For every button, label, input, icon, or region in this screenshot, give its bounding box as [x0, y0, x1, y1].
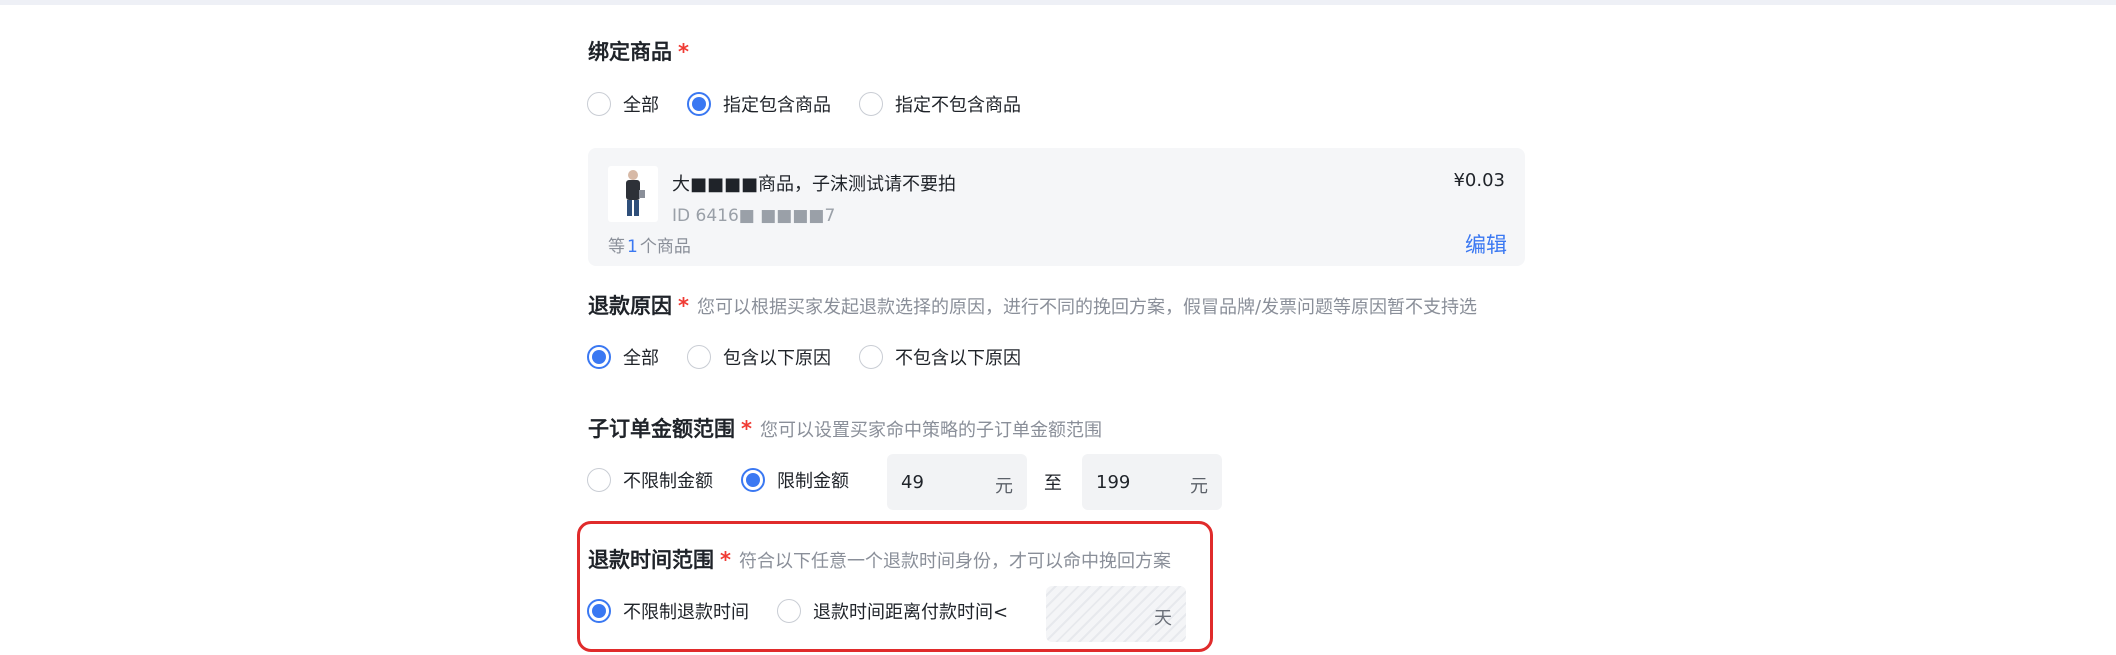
radio-all-reasons[interactable]: 全部	[587, 344, 659, 370]
edit-button[interactable]: 编辑	[1465, 229, 1507, 259]
bind-goods-title: 绑定商品 *	[588, 36, 689, 66]
count-suffix: 个商品	[639, 237, 691, 257]
min-amount-input[interactable]: 49 元	[887, 454, 1027, 510]
top-bar	[0, 0, 2116, 5]
radio-circle[interactable]	[587, 468, 611, 492]
radio-circle[interactable]	[587, 345, 611, 369]
days-unit: 天	[1154, 608, 1172, 629]
required-mark: *	[720, 548, 731, 572]
refund-time-title: 退款时间范围 * 符合以下任意一个退款时间身份，才可以命中挽回方案	[588, 544, 1171, 574]
radio-no-amount-limit[interactable]: 不限制金额	[587, 467, 713, 493]
max-amount-value: 199	[1096, 472, 1131, 493]
currency-unit: 元	[995, 476, 1013, 497]
radio-limit-amount[interactable]: 限制金额	[741, 467, 849, 493]
product-id: ID 6416■ ■■■■7	[672, 206, 836, 226]
bind-goods-options: 全部 指定包含商品 指定不包含商品	[587, 91, 1049, 117]
radio-circle[interactable]	[741, 468, 765, 492]
radio-circle[interactable]	[859, 345, 883, 369]
radio-circle[interactable]	[859, 92, 883, 116]
required-mark: *	[678, 40, 689, 64]
radio-label: 指定不包含商品	[895, 95, 1021, 116]
radio-label: 限制金额	[777, 471, 849, 492]
section-heading: 子订单金额范围	[588, 417, 735, 441]
radio-label: 退款时间距离付款时间<	[813, 602, 1009, 623]
product-name: 大■■■■商品，子沫测试请不要拍	[672, 174, 957, 195]
refund-reason-options: 全部 包含以下原因 不包含以下原因	[587, 344, 1049, 370]
radio-circle[interactable]	[587, 92, 611, 116]
refund-time-options: 不限制退款时间 退款时间距离付款时间<	[587, 598, 1036, 624]
amount-range-options: 不限制金额 限制金额	[587, 467, 877, 493]
radio-circle[interactable]	[687, 345, 711, 369]
radio-include-goods[interactable]: 指定包含商品	[687, 91, 831, 117]
radio-label: 指定包含商品	[723, 95, 831, 116]
amount-range-title: 子订单金额范围 * 您可以设置买家命中策略的子订单金额范围	[588, 413, 1102, 443]
radio-circle[interactable]	[587, 599, 611, 623]
product-price: ¥0.03	[1453, 170, 1505, 191]
product-card: 大■■■■商品，子沫测试请不要拍 ID 6416■ ■■■■7 ¥0.03 等1…	[588, 148, 1525, 266]
currency-unit: 元	[1190, 476, 1208, 497]
section-hint: 符合以下任意一个退款时间身份，才可以命中挽回方案	[738, 551, 1171, 572]
section-heading: 绑定商品	[588, 40, 672, 64]
radio-label: 全部	[623, 95, 659, 116]
days-input-disabled: 天	[1046, 586, 1186, 642]
radio-circle[interactable]	[777, 599, 801, 623]
product-count: 等 1 个商品	[608, 232, 691, 257]
count-number: 1	[627, 237, 638, 257]
radio-time-since-payment[interactable]: 退款时间距离付款时间<	[777, 598, 1008, 624]
min-amount-value: 49	[901, 472, 924, 493]
radio-exclude-reasons[interactable]: 不包含以下原因	[859, 344, 1021, 370]
section-heading: 退款时间范围	[588, 548, 714, 572]
section-heading: 退款原因	[588, 294, 672, 318]
radio-exclude-goods[interactable]: 指定不包含商品	[859, 91, 1021, 117]
radio-label: 全部	[623, 348, 659, 369]
radio-label: 不限制金额	[623, 471, 713, 492]
product-thumbnail	[608, 166, 658, 222]
radio-include-reasons[interactable]: 包含以下原因	[687, 344, 831, 370]
radio-no-time-limit[interactable]: 不限制退款时间	[587, 598, 749, 624]
radio-label: 包含以下原因	[723, 348, 831, 369]
radio-all-goods[interactable]: 全部	[587, 91, 659, 117]
required-mark: *	[678, 294, 689, 318]
range-separator: 至	[1044, 473, 1062, 494]
refund-reason-title: 退款原因 * 您可以根据买家发起退款选择的原因，进行不同的挽回方案，假冒品牌/发…	[588, 290, 1477, 320]
radio-label: 不限制退款时间	[623, 602, 749, 623]
section-hint: 您可以根据买家发起退款选择的原因，进行不同的挽回方案，假冒品牌/发票问题等原因暂…	[696, 297, 1478, 318]
radio-label: 不包含以下原因	[895, 348, 1021, 369]
radio-circle[interactable]	[687, 92, 711, 116]
section-hint: 您可以设置买家命中策略的子订单金额范围	[759, 420, 1102, 441]
count-prefix: 等	[608, 237, 625, 257]
max-amount-input[interactable]: 199 元	[1082, 454, 1222, 510]
required-mark: *	[741, 417, 752, 441]
